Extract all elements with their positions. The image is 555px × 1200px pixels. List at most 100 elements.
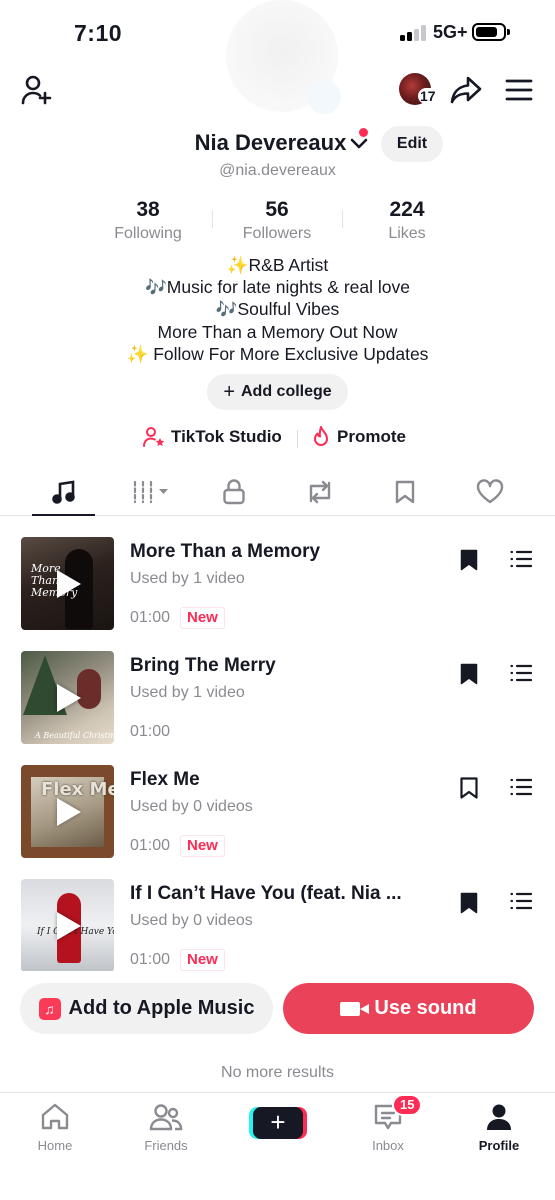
bookmark-outline-icon[interactable]	[460, 777, 478, 799]
bookmark-filled-icon[interactable]	[460, 663, 478, 685]
tab-videos-grid[interactable]	[120, 474, 180, 510]
track-list-icon[interactable]	[510, 778, 532, 796]
username: @nia.devereaux	[219, 162, 336, 179]
sound-duration: 01:00	[130, 723, 171, 740]
tab-reposts[interactable]	[290, 474, 350, 510]
sound-item[interactable]: If I Can’t Have You If I Can’t Have You …	[0, 879, 555, 971]
play-icon	[57, 570, 81, 598]
tab-music[interactable]	[34, 474, 94, 510]
status-time: 7:10	[74, 20, 123, 46]
sound-item[interactable]: A Beautiful Christmas Bring The Merry Us…	[0, 651, 555, 751]
following-label: Following	[114, 225, 182, 242]
profile-name-row[interactable]: Nia Devereaux	[0, 130, 555, 156]
following-count: 38	[136, 198, 160, 221]
nav-home[interactable]: Home	[15, 1103, 95, 1153]
track-list-icon[interactable]	[510, 550, 532, 568]
add-to-apple-music-button[interactable]: ♫ Add to Apple Music	[20, 983, 273, 1034]
friends-icon	[149, 1104, 183, 1131]
sound-duration: 01:00	[130, 609, 171, 626]
add-person-icon	[21, 75, 52, 105]
avatar-add-icon[interactable]	[307, 80, 341, 114]
story-count: 17	[418, 88, 438, 104]
stat-divider	[212, 210, 213, 228]
sound-cover[interactable]: Flex Me	[21, 765, 114, 858]
profile-tabs	[0, 468, 555, 516]
nav-inbox-label: Inbox	[372, 1138, 404, 1153]
nav-friends[interactable]: Friends	[126, 1103, 206, 1153]
sound-title: If I Can’t Have You (feat. Nia ...	[130, 883, 402, 904]
tab-favorites[interactable]	[375, 474, 435, 510]
sound-title: Flex Me	[130, 769, 200, 790]
sound-item[interactable]: Flex Me Flex Me Used by 0 videos 01:00 N…	[0, 765, 555, 865]
bio-line: 🎶Soulful Vibes	[215, 299, 340, 320]
tab-private[interactable]	[204, 474, 264, 510]
create-button[interactable]: +	[249, 1107, 307, 1139]
sound-usage: Used by 1 video	[130, 684, 245, 701]
share-button[interactable]	[448, 72, 484, 108]
signal-icon	[400, 25, 428, 41]
active-tab-indicator	[32, 514, 95, 516]
likes-label: Likes	[388, 225, 426, 242]
bookmark-filled-icon[interactable]	[460, 892, 478, 914]
chevron-down-icon	[351, 138, 368, 149]
notification-dot	[359, 128, 368, 137]
video-camera-icon	[340, 1001, 370, 1016]
edit-profile-button[interactable]: Edit	[381, 126, 443, 162]
promote-link[interactable]: Promote	[311, 426, 406, 448]
apple-music-label: Add to Apple Music	[68, 997, 255, 1019]
menu-button[interactable]	[502, 72, 536, 108]
add-college-button[interactable]: + Add college	[207, 374, 348, 410]
sound-item[interactable]: More Than a Memory More Than a Memory Us…	[0, 537, 555, 637]
sound-usage: Used by 1 video	[130, 570, 245, 587]
sound-title: Bring The Merry	[130, 655, 276, 676]
nav-profile[interactable]: Profile	[459, 1103, 539, 1153]
cover-caption: Flex Me	[41, 779, 114, 800]
bookmark-icon	[395, 480, 415, 504]
track-list-icon[interactable]	[510, 664, 532, 682]
profile-icon	[487, 1104, 511, 1130]
nav-home-label: Home	[37, 1138, 73, 1153]
tab-liked[interactable]	[460, 474, 520, 510]
hamburger-icon	[505, 79, 533, 101]
tiktok-studio-link[interactable]: TikTok Studio	[143, 426, 282, 448]
nav-profile-label: Profile	[478, 1138, 520, 1153]
stat-likes[interactable]: 224 Likes	[347, 198, 467, 243]
battery-level	[476, 27, 497, 37]
sound-cover[interactable]: More Than a Memory	[21, 537, 114, 630]
bio-line: ✨R&B Artist	[226, 255, 329, 275]
bottom-nav: Home Friends + Inbox Profile	[0, 1092, 555, 1200]
nav-friends-label: Friends	[144, 1138, 188, 1153]
add-friend-button[interactable]	[16, 70, 56, 110]
flame-icon	[314, 426, 328, 446]
bio-line: ✨ Follow For More Exclusive Updates	[126, 343, 429, 364]
profile-bio: ✨R&B Artist 🎶Music for late nights & rea…	[0, 254, 555, 365]
sound-title: More Than a Memory	[130, 541, 321, 562]
profile-name: Nia Devereaux	[194, 130, 347, 155]
add-college-label: Add college	[241, 383, 332, 400]
music-note-icon	[52, 480, 75, 504]
sound-cover[interactable]: A Beautiful Christmas	[21, 651, 114, 744]
creator-links: TikTok Studio Promote	[0, 426, 555, 452]
sound-usage: Used by 0 videos	[130, 798, 253, 815]
stat-divider	[342, 210, 343, 228]
track-list-icon[interactable]	[510, 892, 532, 910]
network-type: 5G+	[433, 22, 468, 42]
link-divider	[297, 430, 298, 448]
inbox-badge: 15	[392, 1094, 423, 1116]
heart-icon	[476, 479, 504, 504]
sound-duration: 01:00	[130, 837, 171, 854]
bio-line: More Than a Memory Out Now	[157, 321, 398, 342]
sound-cover[interactable]: If I Can’t Have You	[21, 879, 114, 971]
use-sound-button[interactable]: Use sound	[283, 983, 534, 1034]
sound-usage: Used by 0 videos	[130, 912, 253, 929]
stat-following[interactable]: 38 Following	[88, 198, 208, 243]
stat-followers[interactable]: 56 Followers	[217, 198, 337, 243]
promote-label: Promote	[337, 427, 406, 446]
battery-icon	[472, 23, 510, 41]
bookmark-filled-icon[interactable]	[460, 549, 478, 571]
plus-icon: +	[223, 380, 235, 403]
followers-label: Followers	[242, 225, 312, 242]
play-icon	[57, 684, 81, 712]
repost-icon	[309, 480, 331, 504]
play-icon	[57, 798, 81, 826]
